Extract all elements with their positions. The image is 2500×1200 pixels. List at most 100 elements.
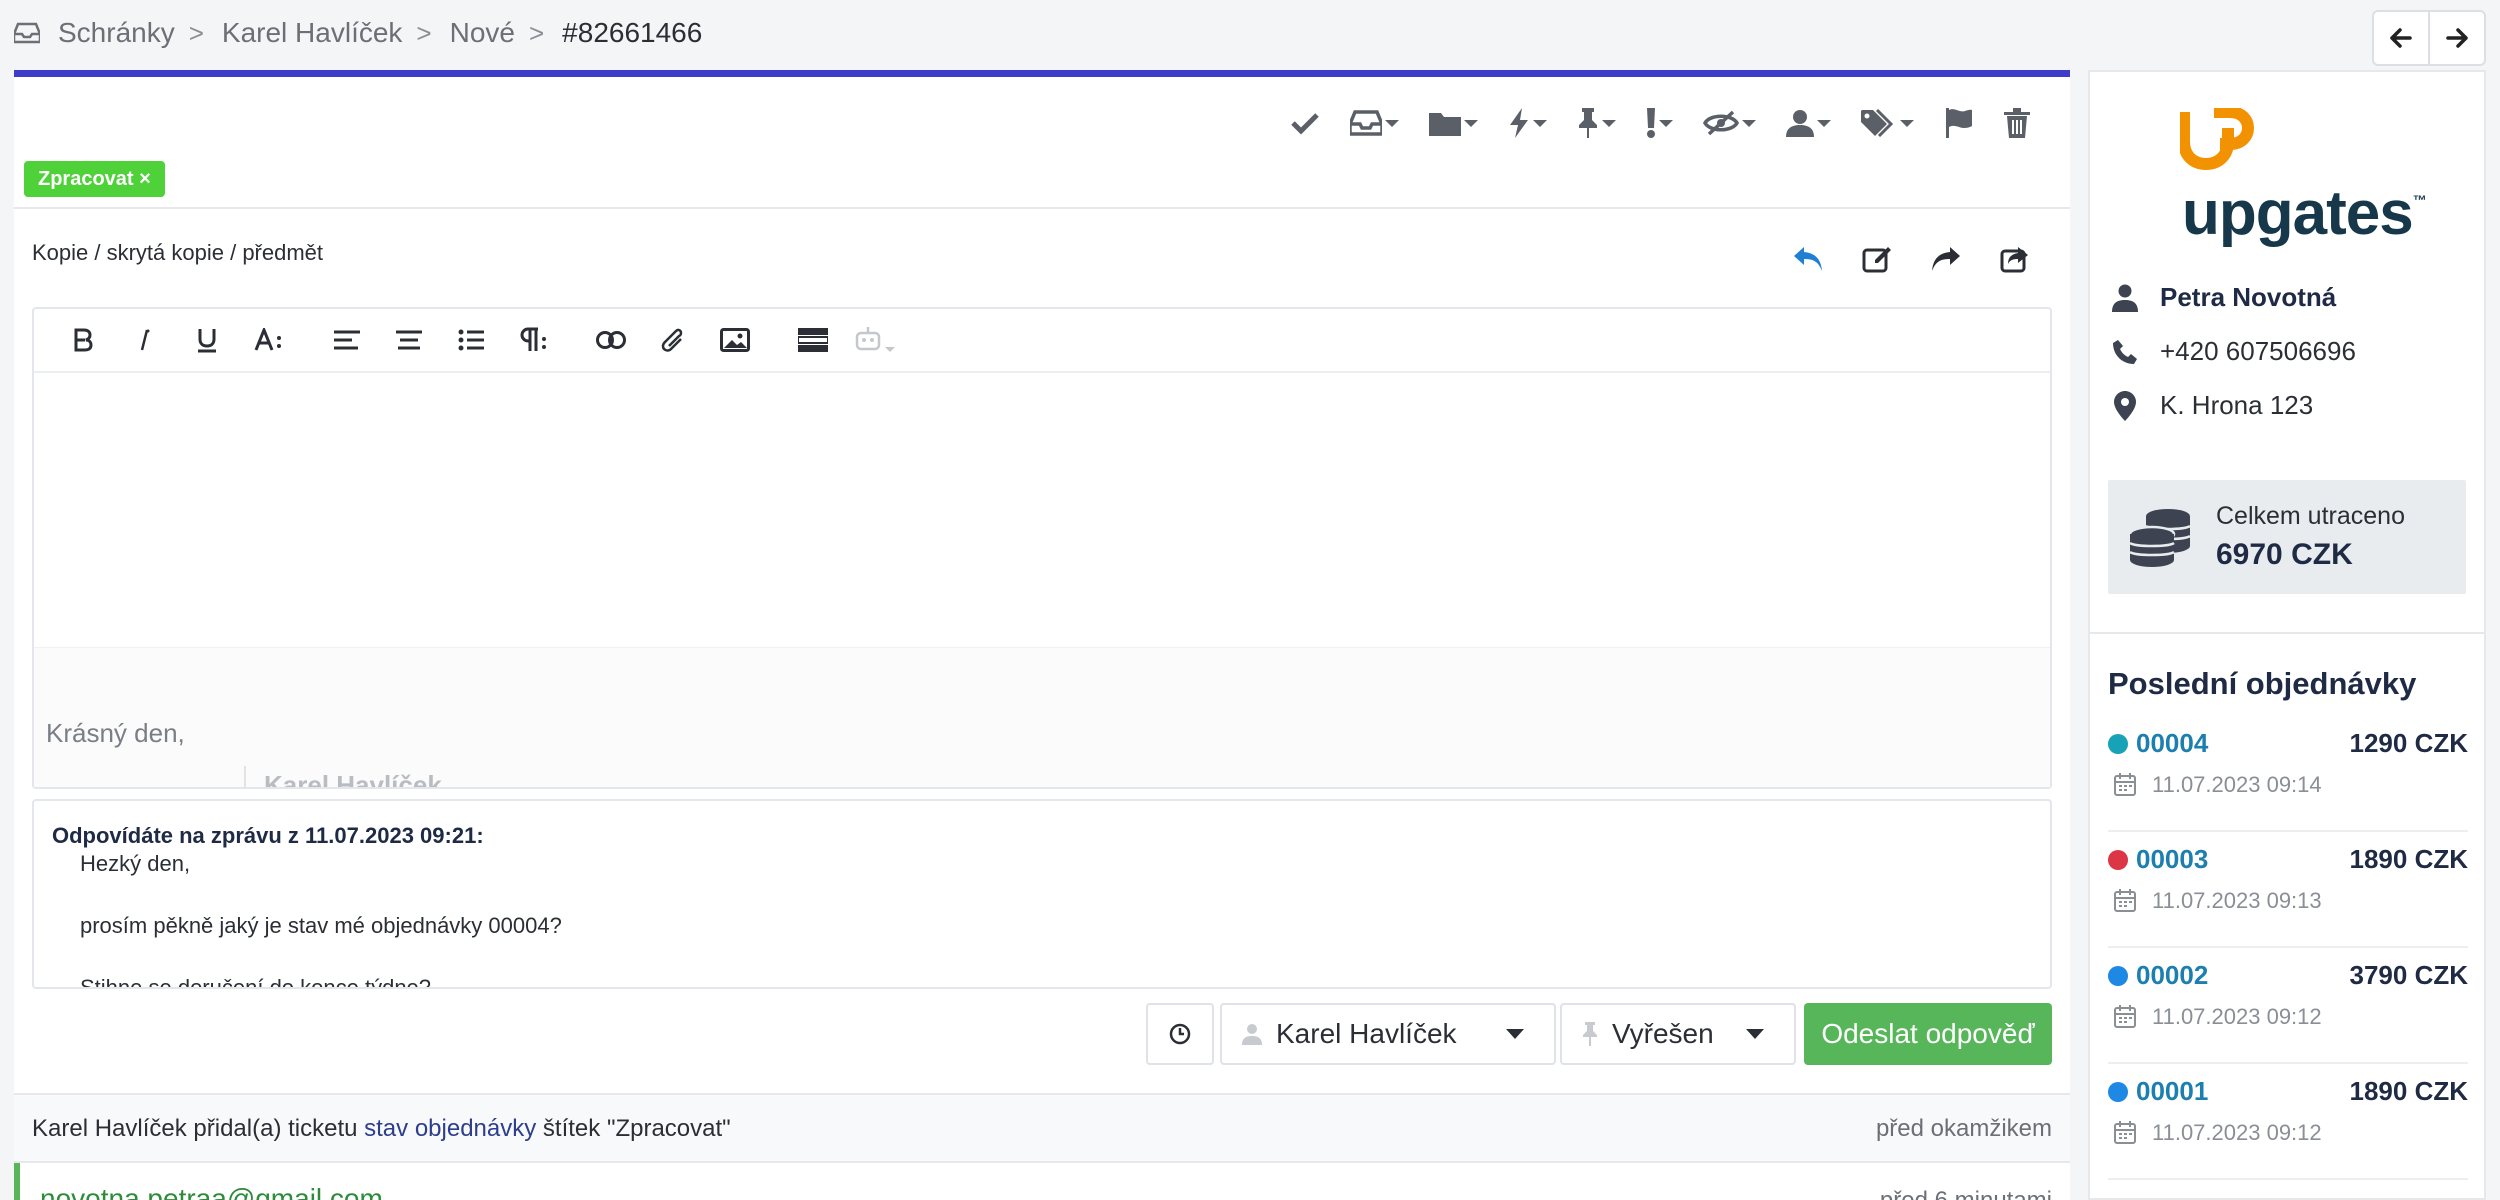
quoted-message-header: Odpovídáte na zprávu z 11.07.2023 09:21: (52, 823, 484, 848)
assignee-value: Karel Havlíček (1276, 1018, 1457, 1049)
order-date: 11.07.2023 09:12 (2152, 1120, 2322, 1145)
insert-image-button[interactable] (704, 316, 766, 364)
assignee-select[interactable]: Karel Havlíček (1220, 1003, 1556, 1065)
underline-icon (198, 329, 216, 353)
delete-button[interactable] (2004, 108, 2030, 138)
flag-button[interactable] (1944, 108, 1974, 138)
paragraph-icon (520, 327, 546, 351)
underline-button[interactable] (176, 316, 238, 364)
mark-done-button[interactable] (1290, 111, 1320, 135)
breadcrumb-separator: > (528, 17, 545, 48)
coins-icon (2128, 508, 2194, 568)
order-date: 11.07.2023 09:13 (2152, 888, 2322, 913)
insert-link-button[interactable] (580, 316, 642, 364)
breadcrumb: Schránky > Karel Havlíček > Nové > #8266… (14, 12, 702, 54)
user-icon (1786, 110, 1814, 137)
reply-actions-bar: Karel Havlíček Vyřešen Odeslat odpověď (14, 1003, 2070, 1067)
order-status-dot (2108, 734, 2128, 754)
visibility-dropdown[interactable] (1703, 110, 1756, 136)
share-button[interactable] (2000, 245, 2030, 273)
font-size-icon (254, 328, 281, 351)
attach-file-button[interactable] (642, 316, 704, 364)
order-row: 00001 1890 CZK 11.07.2023 09:12 (2108, 1066, 2468, 1180)
schedule-send-button[interactable] (1146, 1003, 1214, 1065)
move-inbox-dropdown[interactable] (1350, 110, 1399, 136)
reply-editor: Krásný den, Karel Havlíček (32, 307, 2052, 789)
chevron-down-icon (1506, 1029, 1524, 1039)
template-button[interactable] (782, 316, 844, 364)
activity-text-before: přidal(a) ticketu (186, 1115, 365, 1142)
note-button[interactable] (1862, 245, 1892, 273)
align-left-button[interactable] (316, 316, 378, 364)
recent-orders-title: Poslední objednávky (2108, 666, 2417, 701)
paragraph-button[interactable] (502, 316, 564, 364)
edit-note-icon (1862, 247, 1891, 273)
arrow-left-icon (2390, 28, 2412, 48)
brand-name: upgates™ (2182, 178, 2427, 249)
align-center-button[interactable] (378, 316, 440, 364)
folder-dropdown[interactable] (1429, 110, 1478, 136)
chevron-down-icon (1742, 120, 1756, 127)
next-ticket-button[interactable] (2428, 12, 2484, 64)
ai-assistant-button[interactable] (844, 316, 906, 364)
order-number-link[interactable]: 00004 (2136, 728, 2208, 759)
recipients-toggle[interactable]: Kopie / skrytá kopie / předmět (32, 240, 323, 266)
quoted-message: Odpovídáte na zprávu z 11.07.2023 09:21:… (32, 799, 2052, 989)
divider (14, 207, 2070, 209)
map-marker-icon (2110, 390, 2140, 421)
order-number-link[interactable]: 00002 (2136, 960, 2208, 991)
chevron-down-icon (1464, 120, 1478, 127)
ordered-list-button[interactable] (440, 316, 502, 364)
trademark-mark: ™ (2412, 192, 2427, 208)
exclamation-icon (1647, 108, 1655, 138)
calendar-icon (2114, 888, 2136, 912)
order-date: 11.07.2023 09:12 (2152, 1004, 2322, 1029)
customer-name-row: Petra Novotná (2110, 282, 2336, 313)
order-number-link[interactable]: 00001 (2136, 1076, 2208, 1107)
actions-dropdown[interactable] (1508, 108, 1547, 138)
chevron-down-icon (1602, 120, 1616, 127)
breadcrumb-link-schranky[interactable]: Schránky (58, 17, 175, 49)
image-icon (720, 328, 750, 352)
customer-phone-row: +420 607506696 (2110, 336, 2356, 367)
chevron-down-icon (1817, 120, 1831, 127)
reply-button[interactable] (1792, 245, 1824, 273)
customer-name[interactable]: Petra Novotná (2160, 282, 2336, 313)
priority-dropdown[interactable] (1646, 108, 1673, 138)
assign-user-dropdown[interactable] (1786, 109, 1831, 137)
robot-icon (855, 327, 895, 352)
editor-toolbar (34, 309, 2050, 373)
divider (2090, 632, 2484, 634)
order-number-link[interactable]: 00003 (2136, 844, 2208, 875)
breadcrumb-link-agent[interactable]: Karel Havlíček (222, 17, 403, 49)
font-size-button[interactable] (238, 316, 300, 364)
calendar-icon (2114, 1120, 2136, 1144)
activity-ticket-link[interactable]: stav objednávky (364, 1115, 536, 1142)
bold-icon (74, 328, 93, 352)
status-select[interactable]: Vyřešen (1560, 1003, 1796, 1065)
chevron-down-icon (1385, 120, 1399, 127)
phone-icon (2110, 339, 2140, 365)
activity-text-after: štítek "Zpracovat" (536, 1115, 731, 1142)
activity-actor: Karel Havlíček (32, 1115, 187, 1142)
tag-zpracovat[interactable]: Zpracovat × (24, 161, 165, 197)
breadcrumb-separator: > (188, 17, 204, 48)
message-header[interactable]: novotna.petraa@gmail.com před 6 minutami (14, 1163, 2070, 1200)
calendar-icon (2114, 1004, 2136, 1028)
customer-phone[interactable]: +420 607506696 (2160, 336, 2356, 367)
breadcrumb-link-nove[interactable]: Nové (450, 17, 515, 49)
forward-button[interactable] (1930, 245, 1962, 273)
message-sender[interactable]: novotna.petraa@gmail.com (40, 1183, 383, 1200)
order-amount: 1890 CZK (2349, 1076, 2469, 1106)
bold-button[interactable] (52, 316, 114, 364)
signature-greeting: Krásný den, (46, 718, 185, 748)
previous-ticket-button[interactable] (2374, 12, 2428, 64)
quoted-line: prosím pěkně jaký je stav mé objednávky … (80, 913, 562, 938)
arrow-right-icon (2446, 28, 2468, 48)
italic-button[interactable] (114, 316, 176, 364)
reply-body-input[interactable] (34, 375, 2050, 645)
pin-dropdown[interactable] (1577, 108, 1616, 138)
tags-dropdown[interactable] (1861, 109, 1914, 137)
send-reply-button[interactable]: Odeslat odpověď (1804, 1003, 2052, 1065)
chevron-down-icon (1900, 120, 1914, 127)
